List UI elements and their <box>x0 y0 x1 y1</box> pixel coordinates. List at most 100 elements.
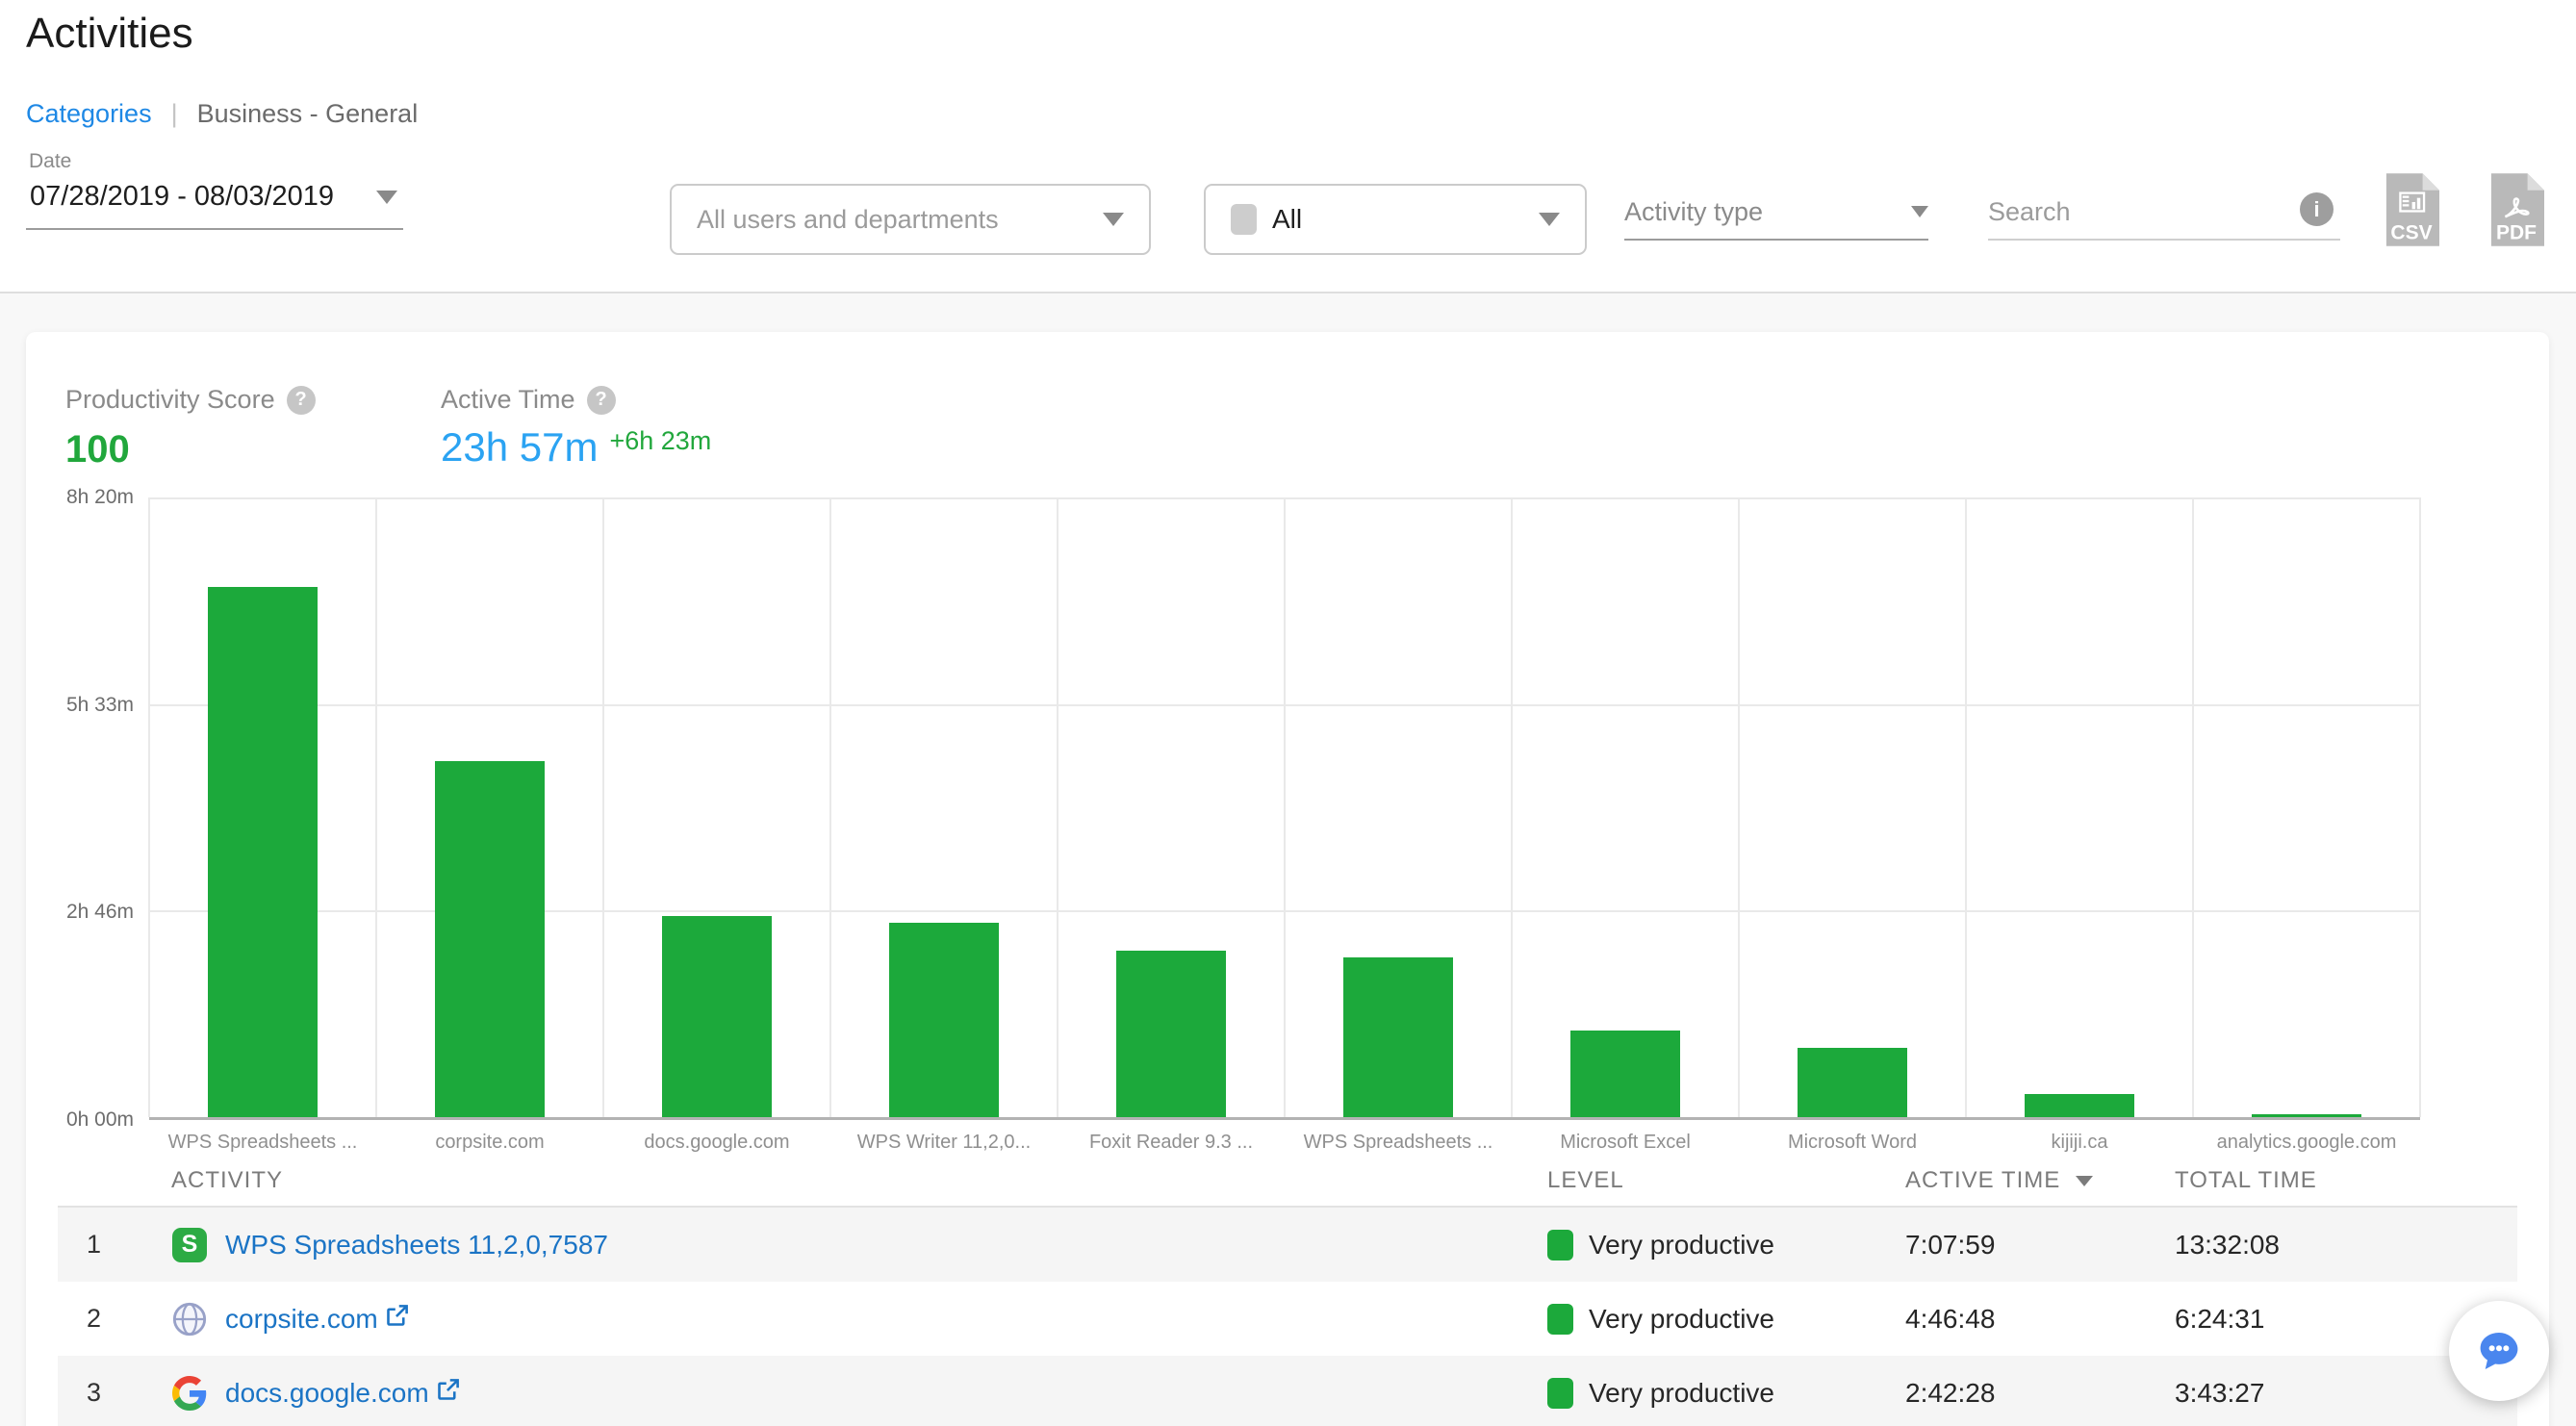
vertical-gridline <box>2419 497 2421 1117</box>
chart-plot-area: WPS Spreadsheets ...corpsite.comdocs.goo… <box>149 497 2420 1120</box>
productivity-score-label: Productivity Score ? <box>65 385 316 415</box>
x-axis-label: corpsite.com <box>378 1132 601 1154</box>
breadcrumb-separator: | <box>171 99 178 129</box>
chart-bar[interactable] <box>2025 1094 2134 1117</box>
active-time-row: 23h 57m +6h 23m <box>441 424 711 471</box>
users-departments-select[interactable]: All users and departments <box>670 184 1151 255</box>
breadcrumb: Categories | Business - General <box>26 99 418 129</box>
y-tick-label: 5h 33m <box>26 694 134 717</box>
active-time-cell: 7:07:59 <box>1876 1230 2146 1260</box>
chat-bubble-icon <box>2471 1323 2527 1379</box>
date-range-select[interactable]: 07/28/2019 - 08/03/2019 <box>26 181 403 230</box>
chart-bar[interactable] <box>1570 1031 1680 1117</box>
x-axis-label: docs.google.com <box>605 1132 829 1154</box>
column-header-activity[interactable]: ACTIVITY <box>171 1167 1518 1194</box>
row-rank: 2 <box>58 1304 171 1334</box>
productivity-level-swatch <box>1547 1304 1573 1335</box>
productivity-score-value: 100 <box>65 428 130 471</box>
level-label: Very productive <box>1589 1304 1774 1335</box>
vertical-gridline <box>829 497 831 1117</box>
chart-bar[interactable] <box>1798 1048 1907 1117</box>
y-tick-label: 8h 20m <box>26 486 134 509</box>
users-departments-placeholder: All users and departments <box>697 205 999 235</box>
level-label: Very productive <box>1589 1230 1774 1260</box>
chart-bar[interactable] <box>2252 1114 2361 1117</box>
content-background: Productivity Score ? 100 Active Time ? 2… <box>0 293 2576 1426</box>
page-title: Activities <box>26 10 193 58</box>
row-rank: 1 <box>58 1230 171 1260</box>
x-axis-label: Microsoft Excel <box>1514 1132 1737 1154</box>
column-header-level[interactable]: LEVEL <box>1518 1167 1876 1194</box>
level-cell: Very productive <box>1518 1230 1876 1260</box>
category-color-swatch <box>1231 204 1257 235</box>
chevron-down-icon <box>1911 206 1928 217</box>
category-select[interactable]: All <box>1204 184 1587 255</box>
x-axis-label: Foxit Reader 9.3 ... <box>1059 1132 1283 1154</box>
level-cell: Very productive <box>1518 1378 1876 1409</box>
chart-bar[interactable] <box>1343 957 1453 1117</box>
vertical-gridline <box>2192 497 2194 1117</box>
vertical-gridline <box>1057 497 1058 1117</box>
chevron-down-icon <box>1539 213 1560 226</box>
vertical-gridline <box>148 497 150 1117</box>
wps-spreadsheets-icon: S <box>172 1228 207 1262</box>
bar-chart: WPS Spreadsheets ...corpsite.comdocs.goo… <box>26 497 2549 1120</box>
category-select-value: All <box>1272 204 1302 235</box>
level-cell: Very productive <box>1518 1304 1876 1335</box>
column-header-total-time[interactable]: TOTAL TIME <box>2146 1167 2517 1194</box>
vertical-gridline <box>1965 497 1967 1117</box>
chat-button[interactable] <box>2449 1301 2549 1401</box>
chevron-down-icon <box>1103 213 1124 226</box>
activity-link[interactable]: docs.google.com <box>225 1378 461 1409</box>
column-header-active-time[interactable]: ACTIVE TIME <box>1876 1167 2146 1194</box>
vertical-gridline <box>1511 497 1513 1117</box>
active-time-cell: 4:46:48 <box>1876 1304 2146 1335</box>
info-icon[interactable]: i <box>2300 192 2334 226</box>
activities-table: ACTIVITY LEVEL ACTIVE TIME TOTAL TIME 1S… <box>58 1156 2517 1426</box>
external-link-icon <box>435 1377 461 1403</box>
activity-type-select[interactable]: Activity type <box>1624 185 1928 241</box>
active-time-delta: +6h 23m <box>609 426 711 456</box>
x-axis-label: WPS Spreadsheets ... <box>1287 1132 1510 1154</box>
breadcrumb-categories-link[interactable]: Categories <box>26 99 152 129</box>
globe-icon <box>171 1301 208 1337</box>
productivity-level-swatch <box>1547 1230 1573 1260</box>
help-icon[interactable]: ? <box>587 386 616 415</box>
export-csv-button[interactable]: CSV <box>2384 173 2439 246</box>
vertical-gridline <box>375 497 377 1117</box>
chart-bar[interactable] <box>435 761 545 1117</box>
csv-label: CSV <box>2390 221 2432 243</box>
x-axis-label: analytics.google.com <box>2195 1132 2418 1154</box>
breadcrumb-current: Business - General <box>197 99 419 129</box>
activity-link[interactable]: corpsite.com <box>225 1304 410 1335</box>
chart-bar[interactable] <box>208 587 318 1117</box>
total-time-cell: 13:32:08 <box>2146 1230 2517 1260</box>
date-filter-label: Date <box>29 150 71 173</box>
report-card: Productivity Score ? 100 Active Time ? 2… <box>26 332 2549 1426</box>
chart-bar[interactable] <box>1116 951 1226 1117</box>
activity-type-label: Activity type <box>1624 197 1763 227</box>
row-rank: 3 <box>58 1378 171 1408</box>
y-tick-label: 0h 00m <box>26 1108 134 1132</box>
active-time-label: Active Time ? <box>441 385 616 415</box>
table-header-row: ACTIVITY LEVEL ACTIVE TIME TOTAL TIME <box>58 1156 2517 1208</box>
chart-bar[interactable] <box>662 916 772 1117</box>
chevron-down-icon <box>376 191 397 204</box>
x-axis-label: kijiji.ca <box>1968 1132 2191 1154</box>
search-field <box>1988 185 2340 241</box>
table-body: 1S WPS Spreadsheets 11,2,0,7587 Very produ… <box>58 1208 2517 1426</box>
search-input[interactable] <box>1988 197 2340 227</box>
activity-link[interactable]: WPS Spreadsheets 11,2,0,7587 <box>225 1230 608 1260</box>
help-icon[interactable]: ? <box>287 386 316 415</box>
activity-cell: docs.google.com <box>171 1375 1518 1412</box>
table-row: 2corpsite.comVery productive4:46:486:24:… <box>58 1282 2517 1356</box>
activities-page: Activities Categories | Business - Gener… <box>0 0 2576 1426</box>
productivity-level-swatch <box>1547 1378 1573 1409</box>
chart-bar[interactable] <box>889 923 999 1117</box>
table-row: 3docs.google.comVery productive2:42:283:… <box>58 1356 2517 1426</box>
active-time-cell: 2:42:28 <box>1876 1378 2146 1409</box>
x-axis-label: WPS Writer 11,2,0... <box>832 1132 1056 1154</box>
external-link-icon <box>384 1303 410 1329</box>
export-pdf-button[interactable]: PDF <box>2488 173 2544 246</box>
table-row: 1S WPS Spreadsheets 11,2,0,7587 Very produ… <box>58 1208 2517 1282</box>
